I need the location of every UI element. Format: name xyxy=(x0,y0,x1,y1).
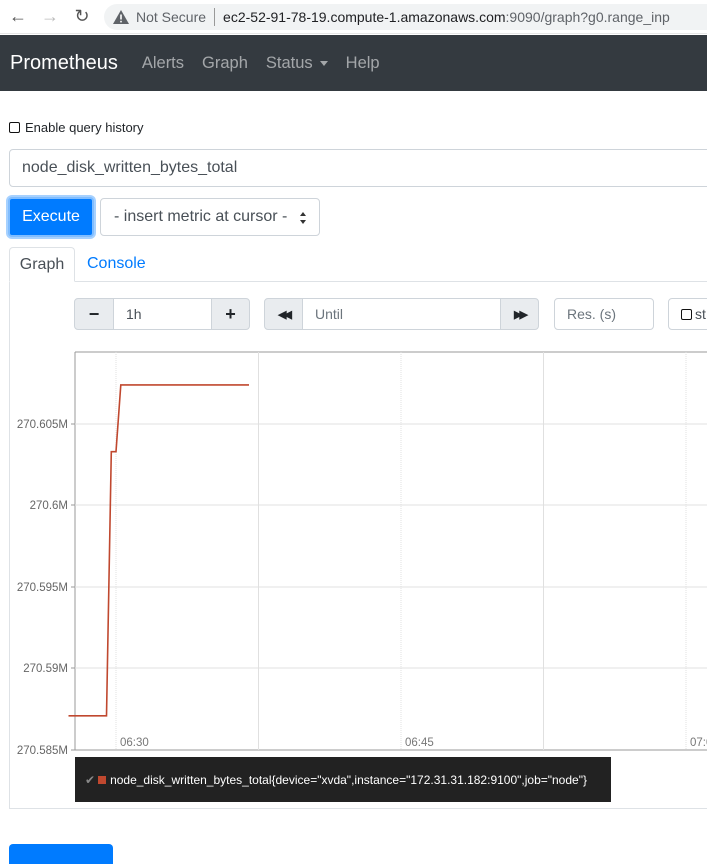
tab-console[interactable]: Console xyxy=(87,255,146,273)
fast-forward-icon: ▶▶ xyxy=(514,308,528,321)
series-color-swatch xyxy=(98,775,107,784)
select-updown-icon xyxy=(300,212,306,224)
url-host: ec2-52-91-78-19.compute-1.amazonaws.com xyxy=(223,9,506,25)
stacked-checkbox[interactable] xyxy=(681,308,692,320)
legend-series-label[interactable]: node_disk_written_bytes_total{device="xv… xyxy=(110,773,587,787)
nav-help[interactable]: Help xyxy=(346,54,380,73)
y-tick-label: 270.595M xyxy=(17,582,68,594)
stacked-toggle[interactable]: st xyxy=(668,298,707,330)
y-tick-label: 270.585M xyxy=(17,745,68,757)
reload-icon[interactable]: ↻ xyxy=(66,0,98,34)
x-tick-label: 06:45 xyxy=(405,737,434,749)
url-path: :9090/graph?g0.range_inp xyxy=(505,9,670,25)
warning-icon xyxy=(113,10,129,24)
query-history-label: Enable query history xyxy=(25,120,144,135)
expression-input[interactable]: node_disk_written_bytes_total xyxy=(9,149,707,187)
until-placeholder: Until xyxy=(315,306,344,322)
add-panel-button[interactable] xyxy=(9,844,113,864)
address-bar[interactable]: Not Secure ec2-52-91-78-19.compute-1.ama… xyxy=(104,4,707,30)
not-secure-label: Not Secure xyxy=(136,9,207,25)
execute-button[interactable]: Execute xyxy=(8,197,94,237)
range-increase-button[interactable]: + xyxy=(211,298,250,330)
rewind-icon: ◀◀ xyxy=(278,308,292,321)
y-tick-label: 270.6M xyxy=(30,500,68,512)
metric-select-value: - insert metric at cursor - xyxy=(114,208,288,225)
nav-status[interactable]: Status xyxy=(266,54,328,73)
series-line xyxy=(68,384,249,717)
brand-logo[interactable]: Prometheus xyxy=(10,52,118,75)
back-arrow-icon[interactable]: ← xyxy=(2,0,34,34)
x-tick-label: 07:0 xyxy=(690,737,707,749)
resolution-input[interactable]: Res. (s) xyxy=(554,298,654,330)
time-forward-button[interactable]: ▶▶ xyxy=(500,298,539,330)
query-history-checkbox[interactable] xyxy=(9,122,20,133)
nav-status-label: Status xyxy=(265,53,313,72)
resolution-placeholder: Res. (s) xyxy=(567,306,616,322)
check-icon[interactable]: ✔ xyxy=(85,773,95,787)
range-input[interactable]: 1h xyxy=(113,298,212,330)
nav-graph[interactable]: Graph xyxy=(202,54,248,73)
forward-arrow-icon[interactable]: → xyxy=(34,0,66,34)
nav-alerts[interactable]: Alerts xyxy=(142,54,184,73)
x-tick-label: 06:30 xyxy=(120,737,149,749)
time-back-button[interactable]: ◀◀ xyxy=(264,298,303,330)
time-series-chart[interactable]: 270.605M 270.6M 270.595M 270.59M 270.585M 06:… xyxy=(0,340,707,760)
until-input[interactable]: Until xyxy=(302,298,501,330)
caret-down-icon xyxy=(319,60,328,66)
metric-select[interactable]: - insert metric at cursor - xyxy=(100,198,320,236)
tab-graph[interactable]: Graph xyxy=(9,247,75,282)
stacked-label: st xyxy=(695,306,706,322)
url-divider xyxy=(214,8,216,26)
y-tick-label: 270.59M xyxy=(23,663,68,675)
top-navbar: Prometheus Alerts Graph Status Help xyxy=(0,35,707,91)
range-decrease-button[interactable]: − xyxy=(74,298,114,330)
y-tick-label: 270.605M xyxy=(17,419,68,431)
query-history-toggle[interactable]: Enable query history xyxy=(9,120,144,135)
chart-legend: ✔ node_disk_written_bytes_total{device="… xyxy=(75,757,611,802)
